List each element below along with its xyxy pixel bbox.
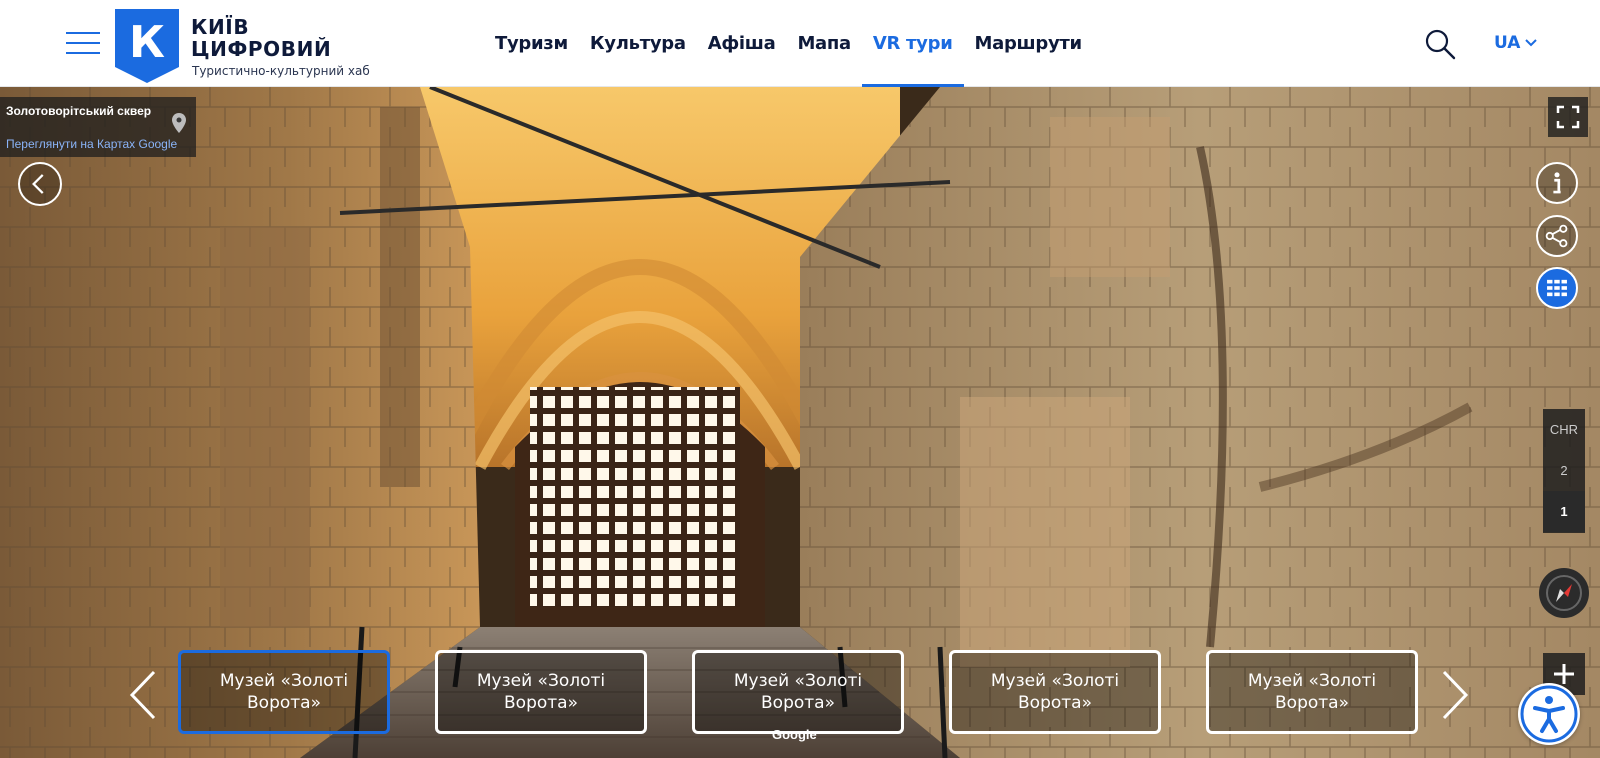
- site-header: К КИЇВ ЦИФРОВИЙ Туристично-культурний ха…: [0, 0, 1600, 87]
- tour-card[interactable]: Музей «Золоті Ворота»: [692, 650, 904, 734]
- floor-item-1[interactable]: 1: [1543, 491, 1585, 532]
- nav-item-routes[interactable]: Маршрути: [964, 0, 1093, 87]
- info-icon[interactable]: [1536, 162, 1578, 204]
- tour-card-label: Музей «Золоті Ворота»: [1247, 671, 1377, 713]
- google-watermark: Google: [772, 727, 817, 742]
- map-pin-icon: [172, 113, 186, 133]
- carousel-next-icon[interactable]: [1440, 670, 1470, 720]
- logo-letter: К: [129, 17, 165, 68]
- tour-card-label: Музей «Золоті Ворота»: [476, 671, 606, 713]
- floor-item-chr[interactable]: CHR: [1543, 409, 1585, 450]
- carousel-prev-icon[interactable]: [128, 670, 158, 720]
- floor-selector: CHR 2 1: [1543, 409, 1585, 533]
- main-nav: Туризм Культура Афіша Мапа VR тури Маршр…: [484, 0, 1093, 87]
- tour-card[interactable]: Музей «Золоті Ворота»: [435, 650, 647, 734]
- tour-card[interactable]: Музей «Золоті Ворота»: [949, 650, 1161, 734]
- compass-icon[interactable]: [1539, 568, 1589, 618]
- chevron-left-icon[interactable]: [18, 162, 62, 206]
- nav-item-map[interactable]: Мапа: [786, 0, 861, 87]
- nav-item-afisha[interactable]: Афіша: [697, 0, 787, 87]
- floor-item-2[interactable]: 2: [1543, 450, 1585, 491]
- tour-card-label: Музей «Золоті Ворота»: [219, 671, 349, 713]
- tour-card-label: Музей «Золоті Ворота»: [733, 671, 863, 713]
- language-label: UA: [1494, 33, 1521, 53]
- google-maps-link[interactable]: Переглянути на Картах Google: [6, 137, 177, 151]
- logo-subtitle: Туристично-культурний хаб: [192, 64, 370, 78]
- vr-panorama[interactable]: Золотоворітський сквер Переглянути на Ка…: [0, 87, 1600, 758]
- grid-icon[interactable]: [1536, 267, 1578, 309]
- language-selector[interactable]: UA: [1494, 33, 1538, 53]
- hamburger-icon[interactable]: [66, 30, 100, 54]
- nav-item-vr-tours[interactable]: VR тури: [861, 0, 964, 87]
- tour-card[interactable]: Музей «Золоті Ворота»: [1206, 650, 1418, 734]
- tour-card[interactable]: Музей «Золоті Ворота»: [178, 650, 390, 734]
- tour-card-label: Музей «Золоті Ворота»: [990, 671, 1120, 713]
- chevron-down-icon: [1525, 39, 1538, 47]
- nav-item-culture[interactable]: Культура: [579, 0, 697, 87]
- place-info-card: Золотоворітський сквер Переглянути на Ка…: [0, 97, 196, 157]
- accessibility-icon[interactable]: [1518, 683, 1580, 745]
- search-icon[interactable]: [1424, 28, 1456, 60]
- nav-item-tourism[interactable]: Туризм: [484, 0, 579, 87]
- fullscreen-icon[interactable]: [1548, 97, 1588, 137]
- place-title: Золотоворітський сквер: [6, 104, 152, 118]
- share-icon[interactable]: [1536, 215, 1578, 257]
- logo-title-line2[interactable]: ЦИФРОВИЙ: [191, 37, 331, 61]
- logo-icon[interactable]: К: [115, 9, 179, 83]
- logo-title-line1[interactable]: КИЇВ: [191, 15, 249, 39]
